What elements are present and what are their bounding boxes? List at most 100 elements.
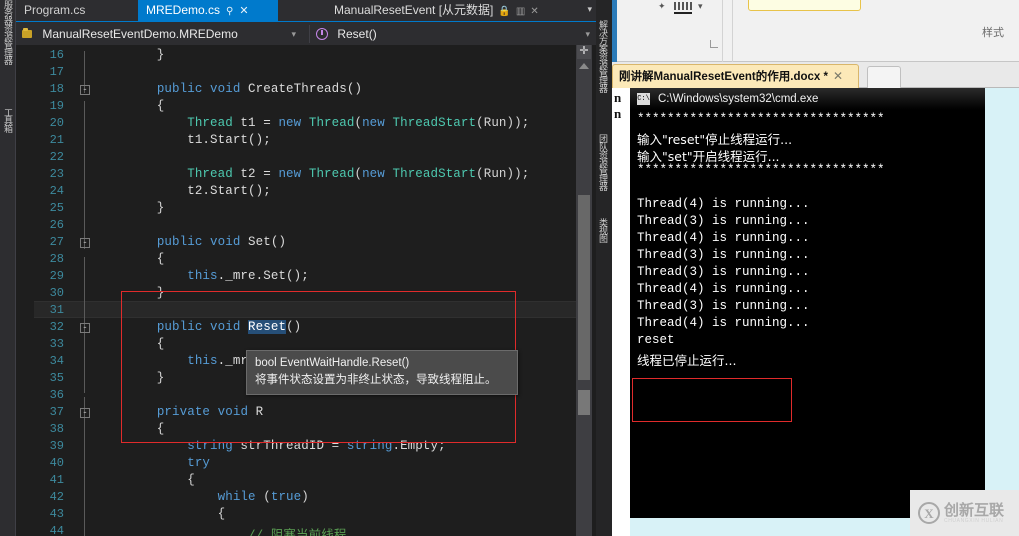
- word-tab-label: 刚讲解ManualResetEvent的作用.docx *: [619, 71, 828, 83]
- line-number: 29: [49, 269, 64, 283]
- word-window-edge: [612, 0, 617, 62]
- tooltip-description: 将事件状态设置为非终止状态，导致线程阻止。: [255, 374, 497, 386]
- code-token: Set(): [240, 235, 287, 249]
- cmd-output-area[interactable]: ********************************* 输入"rese…: [633, 110, 982, 515]
- tab-mredemo-cs[interactable]: MREDemo.cs ⚲ ✕: [138, 0, 278, 21]
- borders-icon[interactable]: [674, 2, 692, 10]
- watermark: X 创新互联 CHUANGXIN HULIAN: [910, 490, 1019, 536]
- borders-dropdown-icon[interactable]: ▾: [698, 1, 703, 12]
- watermark-name: 创新互联: [944, 501, 1005, 519]
- code-line: {: [96, 507, 226, 521]
- shading-icon[interactable]: ✦: [658, 1, 666, 12]
- code-line: // 阻塞当前线程: [96, 524, 346, 536]
- line-number: 31: [49, 303, 64, 317]
- fold-toggle-icon[interactable]: -: [80, 408, 90, 418]
- code-token: t2.Start();: [96, 184, 271, 198]
- close-icon[interactable]: ✕: [530, 6, 538, 17]
- tooltip-signature: bool EventWaitHandle.Reset(): [255, 357, 410, 369]
- line-number: 36: [49, 388, 64, 402]
- sidebar-item-class-view[interactable]: 类视图: [594, 218, 612, 242]
- scrollbar-thumb[interactable]: [578, 195, 590, 380]
- line-number: 39: [49, 439, 64, 453]
- line-number: 42: [49, 490, 64, 504]
- type-dropdown[interactable]: ManualResetEventDemo.MREDemo ▾: [22, 22, 302, 46]
- code-token: new: [362, 167, 385, 181]
- line-number: 33: [49, 337, 64, 351]
- word-and-console-area: ✦ ▾ 样式 刚讲解ManualResetEvent的作用.docx * ✕ n …: [612, 0, 1019, 536]
- sidebar-item-team-explorer[interactable]: 团队资源管理器: [594, 134, 612, 190]
- line-number: 17: [49, 65, 64, 79]
- code-line: {: [96, 473, 195, 487]
- scrollbar-thumb-secondary[interactable]: [578, 390, 590, 415]
- console-line: 线程已停止运行...: [637, 353, 737, 368]
- code-token: Thread: [187, 116, 233, 130]
- code-line: }: [96, 201, 165, 215]
- code-token: Thread: [308, 116, 355, 130]
- code-token: t1.Start();: [96, 133, 271, 147]
- code-line: }: [96, 48, 165, 62]
- visual-studio-window: 服务器资源管理器 工具箱 解决方案资源管理器 团队资源管理器 类视图 Progr…: [0, 0, 612, 536]
- line-number: 32: [49, 320, 64, 334]
- code-token: (: [354, 116, 363, 130]
- dialog-launcher-icon[interactable]: [710, 40, 718, 48]
- pin-icon[interactable]: ⚲: [226, 6, 233, 17]
- cmd-title-label: C:\Windows\system32\cmd.exe: [658, 93, 819, 105]
- cmd-title-bar[interactable]: C:\ C:\Windows\system32\cmd.exe: [630, 88, 985, 110]
- sidebar-item-toolbox[interactable]: 工具箱: [0, 108, 16, 132]
- chevron-down-icon[interactable]: ▾: [587, 4, 592, 15]
- line-number: 37: [49, 405, 64, 419]
- console-line: Thread(4) is running...: [637, 282, 810, 296]
- tab-label: ManualResetEvent [从元数据]: [334, 3, 494, 17]
- code-line: Thread t2 = new Thread(new ThreadStart(R…: [96, 167, 529, 181]
- chevron-down-icon[interactable]: ▾: [585, 22, 590, 46]
- code-line: public void CreateThreads(): [96, 82, 362, 96]
- code-line: {: [96, 252, 165, 266]
- code-token: {: [96, 99, 165, 113]
- ribbon-group-divider: [722, 0, 723, 62]
- line-number: 16: [49, 48, 64, 62]
- tab-manualresetevent-metadata[interactable]: ManualResetEvent [从元数据] 🔒 ▥ ✕: [326, 0, 576, 21]
- split-view-button[interactable]: ✛: [577, 45, 591, 59]
- member-dropdown-label: Reset(): [337, 27, 377, 41]
- sidebar-item-solution-explorer[interactable]: 解决方案资源管理器: [594, 20, 612, 92]
- line-number: 24: [49, 184, 64, 198]
- member-dropdown[interactable]: Reset() ▾: [316, 22, 596, 46]
- console-line: Thread(4) is running...: [637, 231, 810, 245]
- command-prompt-window[interactable]: C:\ C:\Windows\system32\cmd.exe ********…: [630, 88, 985, 518]
- fold-toggle-icon[interactable]: -: [80, 85, 90, 95]
- word-new-tab-button[interactable]: [867, 66, 901, 90]
- method-icon: [316, 28, 328, 40]
- fold-toggle-icon[interactable]: -: [80, 323, 90, 333]
- code-token: (: [255, 490, 271, 504]
- code-token: }: [96, 48, 165, 62]
- sidebar-item-server-explorer[interactable]: 服务器资源管理器: [0, 0, 16, 64]
- tab-program-cs[interactable]: Program.cs: [16, 0, 138, 21]
- close-icon[interactable]: ✕: [833, 69, 843, 83]
- line-number: 27: [49, 235, 64, 249]
- line-number: 30: [49, 286, 64, 300]
- border-bottom-icon[interactable]: [674, 12, 692, 14]
- line-number: 35: [49, 371, 64, 385]
- code-editor[interactable]: 16 } 17 18- public void CreateThreads() 19 …: [16, 45, 596, 536]
- console-line: *********************************: [637, 163, 885, 177]
- chevron-down-icon[interactable]: ▾: [291, 22, 296, 46]
- close-icon[interactable]: ✕: [239, 5, 248, 17]
- code-token: Thread: [187, 167, 233, 181]
- watermark-logo-icon: X: [918, 502, 940, 524]
- line-number: 22: [49, 150, 64, 164]
- code-token: void: [210, 82, 241, 96]
- editor-tab-strip: Program.cs MREDemo.cs ⚲ ✕ ManualResetEvent…: [16, 0, 596, 21]
- scroll-up-arrow-icon[interactable]: [579, 63, 589, 69]
- editor-vertical-scrollbar[interactable]: ✛: [576, 45, 592, 536]
- fold-toggle-icon[interactable]: -: [80, 238, 90, 248]
- navbar-divider: [309, 25, 310, 43]
- word-document-tab[interactable]: 刚讲解ManualResetEvent的作用.docx * ✕: [612, 64, 859, 88]
- style-gallery-selected-item[interactable]: [748, 0, 861, 11]
